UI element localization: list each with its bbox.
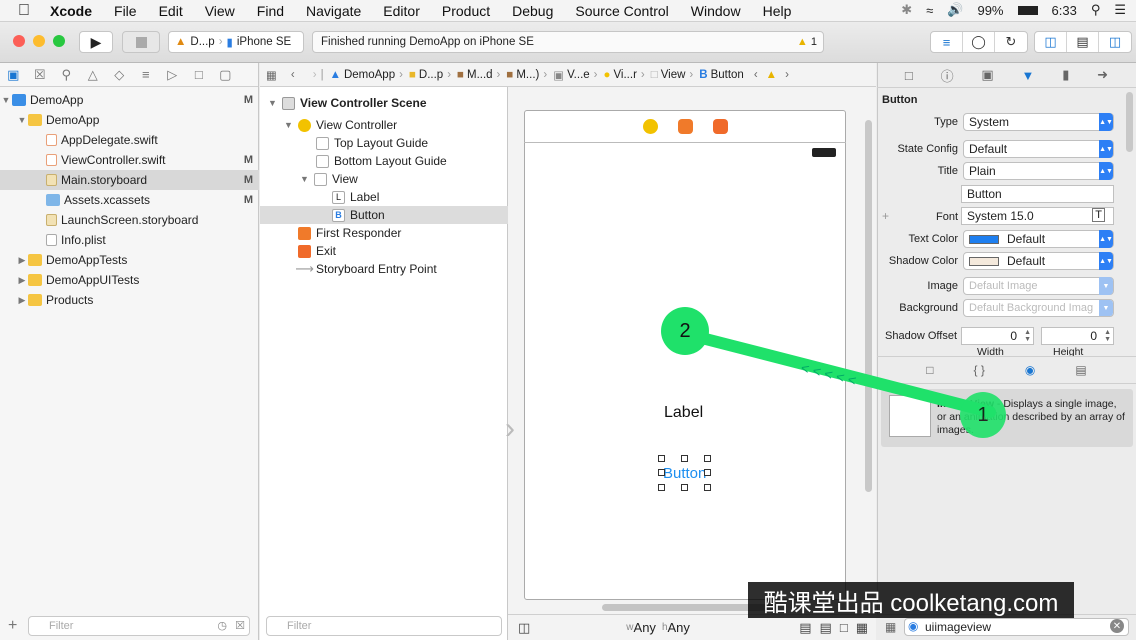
step-1-badge: 1 [960,392,1006,438]
svg-text:< < < < <: < < < < < [799,359,858,388]
watermark: 酷课堂出品 coolketang.com [748,582,1074,618]
step-2-badge: 2 [661,307,709,355]
drag-trail: < < < < < [684,329,996,418]
